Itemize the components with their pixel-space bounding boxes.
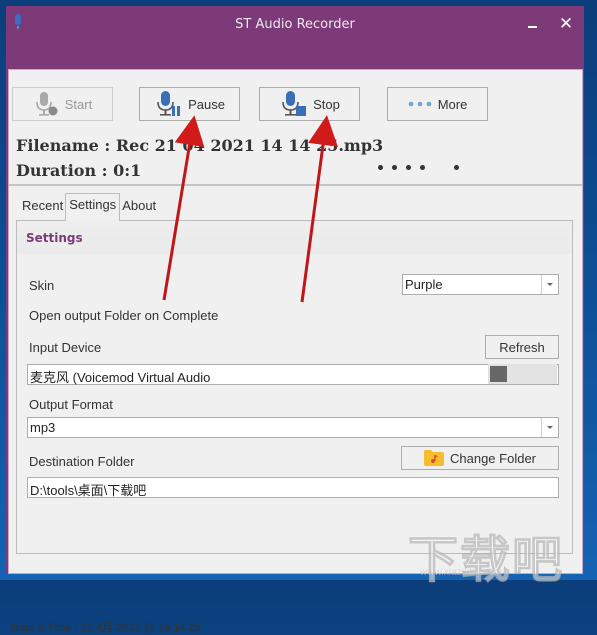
main-panel: Start Pause Stop More Filename: Rec 21 …: [8, 69, 583, 634]
stop-button[interactable]: Stop: [259, 87, 360, 121]
stop-label: Stop: [313, 96, 340, 112]
tab-settings[interactable]: Settings: [65, 193, 121, 221]
more-label: More: [437, 96, 468, 112]
pause-label: Pause: [188, 96, 225, 112]
level-dot: [454, 165, 459, 170]
toggle-knob: [490, 366, 507, 382]
output-format-value: mp3: [30, 420, 56, 435]
level-dot: [420, 165, 425, 170]
destination-folder-input[interactable]: D:\tools\桌面\下载吧: [27, 477, 559, 498]
skin-select[interactable]: Purple: [402, 274, 559, 295]
input-device-label: Input Device: [29, 340, 102, 355]
level-indicator: [378, 165, 468, 170]
output-format-select[interactable]: mp3: [27, 417, 559, 438]
destination-label: Destination Folder: [29, 454, 135, 469]
microphone-record-icon: [35, 92, 58, 116]
level-dot: [378, 165, 383, 170]
output-format-label: Output Format: [29, 397, 113, 412]
close-icon: ✕: [558, 14, 574, 34]
microphone-stop-icon: [282, 91, 307, 116]
more-button[interactable]: More: [387, 87, 488, 121]
tab-bar: Recent Settings About: [20, 193, 158, 221]
duration-text: Duration : 0:1: [16, 161, 142, 180]
title-bar: ST Audio Recorder ✕: [6, 6, 584, 68]
start-label: Start: [64, 96, 93, 112]
chevron-down-icon: [541, 418, 558, 437]
divider: [9, 184, 582, 186]
pause-button[interactable]: Pause: [139, 87, 240, 121]
minimize-button[interactable]: [518, 12, 546, 36]
refresh-button[interactable]: Refresh: [485, 335, 559, 359]
change-folder-button[interactable]: Change Folder: [401, 446, 559, 470]
input-device-select[interactable]: 麦克风 (Voicemod Virtual Audio: [27, 364, 559, 385]
microphone-pause-icon: [157, 91, 181, 116]
chevron-down-icon: [541, 275, 558, 294]
tab-recent[interactable]: Recent: [20, 195, 65, 220]
watermark-url: www.xiazaiba.com: [420, 567, 503, 578]
status-datetime: Date & Time : 21 4月 2021 @ 14:14:25: [11, 622, 201, 634]
window-title: ST Audio Recorder: [235, 17, 355, 32]
input-device-value: 麦克风 (Voicemod Virtual Audio: [30, 370, 211, 385]
skin-value: Purple: [405, 277, 443, 292]
minimize-icon: [527, 26, 537, 28]
settings-heading: Settings: [26, 231, 83, 245]
skin-label: Skin: [29, 278, 55, 293]
filename-text: Filename : Rec 21 04 2021 14 14 25.mp3: [16, 136, 384, 155]
panel-header: Settings: [17, 221, 572, 254]
close-button[interactable]: ✕: [552, 12, 580, 36]
change-folder-label: Change Folder: [450, 450, 536, 466]
more-dots-icon: [408, 101, 431, 107]
level-dot: [392, 165, 397, 170]
start-button[interactable]: Start: [12, 87, 113, 121]
app-window: ST Audio Recorder ✕ Start Pause Stop Mor…: [6, 6, 584, 634]
settings-panel: Settings Skin Purple Open output Folder …: [16, 220, 573, 554]
music-folder-icon: [424, 450, 444, 466]
level-dot: [406, 165, 411, 170]
open-folder-label: Open output Folder on Complete: [29, 308, 219, 323]
open-folder-toggle[interactable]: [488, 364, 557, 384]
tab-about[interactable]: About: [120, 195, 158, 220]
